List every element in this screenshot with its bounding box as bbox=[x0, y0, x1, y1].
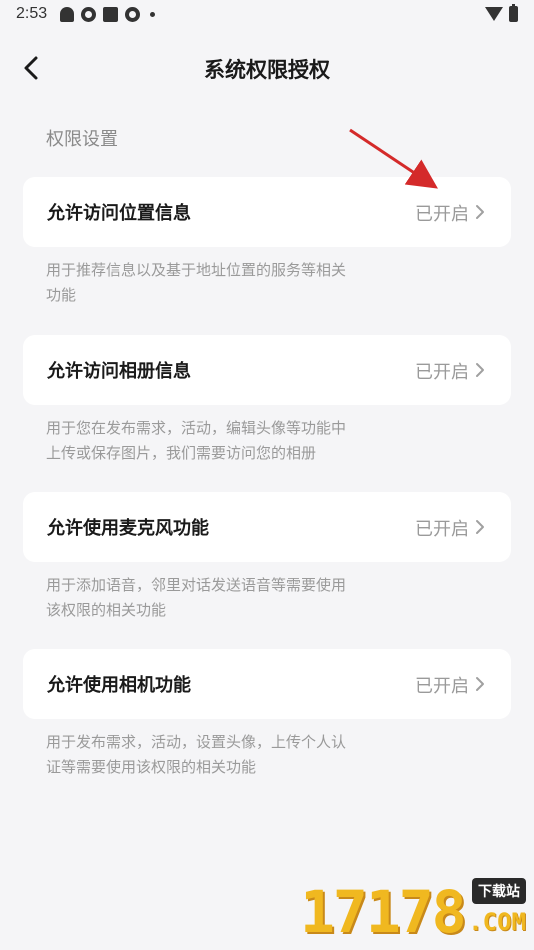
permission-label: 允许访问相册信息 bbox=[47, 361, 191, 382]
status-bar: 2:53 bbox=[0, 0, 534, 30]
permission-description: 用于推荐信息以及基于地址位置的服务等相关 功能 bbox=[46, 258, 406, 308]
chevron-right-icon bbox=[476, 363, 484, 377]
app-square-icon bbox=[103, 7, 118, 22]
notification-icons bbox=[60, 7, 155, 22]
permission-label: 允许使用麦克风功能 bbox=[47, 518, 209, 539]
system-icons bbox=[485, 4, 518, 22]
permission-description: 用于您在发布需求，活动，编辑头像等功能中 上传或保存图片，我们需要访问您的相册 bbox=[46, 416, 406, 466]
header: 系统权限授权 bbox=[0, 42, 534, 94]
permission-label: 允许使用相机功能 bbox=[47, 675, 191, 696]
watermark-digits: 17178 bbox=[300, 878, 467, 946]
page-title: 系统权限授权 bbox=[204, 58, 330, 82]
watermark-tag: 下载站 bbox=[472, 878, 526, 904]
description-line: 用于您在发布需求，活动，编辑头像等功能中 bbox=[46, 419, 347, 437]
permission-camera-row[interactable]: 允许使用相机功能 已开启 bbox=[23, 649, 511, 719]
description-line: 用于发布需求，活动，设置头像，上传个人认 bbox=[46, 733, 347, 751]
watermark-suffix: .COM bbox=[468, 908, 526, 936]
description-line: 用于推荐信息以及基于地址位置的服务等相关 bbox=[46, 261, 347, 279]
status-time: 2:53 bbox=[16, 5, 48, 22]
chevron-right-icon bbox=[476, 677, 484, 691]
notification-bell-icon bbox=[60, 7, 74, 22]
permission-description: 用于添加语音，邻里对话发送语音等需要使用 该权限的相关功能 bbox=[46, 573, 406, 623]
description-line: 用于添加语音，邻里对话发送语音等需要使用 bbox=[46, 576, 347, 594]
section-title: 权限设置 bbox=[46, 129, 118, 150]
description-line: 证等需要使用该权限的相关功能 bbox=[46, 758, 257, 776]
permission-label: 允许访问位置信息 bbox=[47, 203, 191, 224]
permission-album-row[interactable]: 允许访问相册信息 已开启 bbox=[23, 335, 511, 405]
permission-description: 用于发布需求，活动，设置头像，上传个人认 证等需要使用该权限的相关功能 bbox=[46, 730, 406, 780]
permission-status: 已开启 bbox=[415, 676, 469, 697]
permission-status: 已开启 bbox=[415, 204, 469, 225]
permission-status: 已开启 bbox=[415, 362, 469, 383]
app-notification-icon bbox=[125, 7, 140, 22]
chevron-right-icon bbox=[476, 205, 484, 219]
permission-microphone-row[interactable]: 允许使用麦克风功能 已开启 bbox=[23, 492, 511, 562]
description-line: 上传或保存图片，我们需要访问您的相册 bbox=[46, 444, 317, 462]
more-notifications-dot-icon bbox=[150, 12, 155, 17]
description-line: 功能 bbox=[46, 286, 77, 304]
wifi-icon bbox=[485, 7, 503, 21]
chevron-right-icon bbox=[476, 520, 484, 534]
battery-icon bbox=[509, 4, 518, 22]
description-line: 该权限的相关功能 bbox=[46, 601, 167, 619]
permission-status: 已开启 bbox=[415, 519, 469, 540]
app-notification-icon bbox=[81, 7, 96, 22]
annotation-arrow-icon bbox=[349, 128, 438, 189]
watermark-logo: 17178 下载站 .COM bbox=[300, 876, 530, 948]
